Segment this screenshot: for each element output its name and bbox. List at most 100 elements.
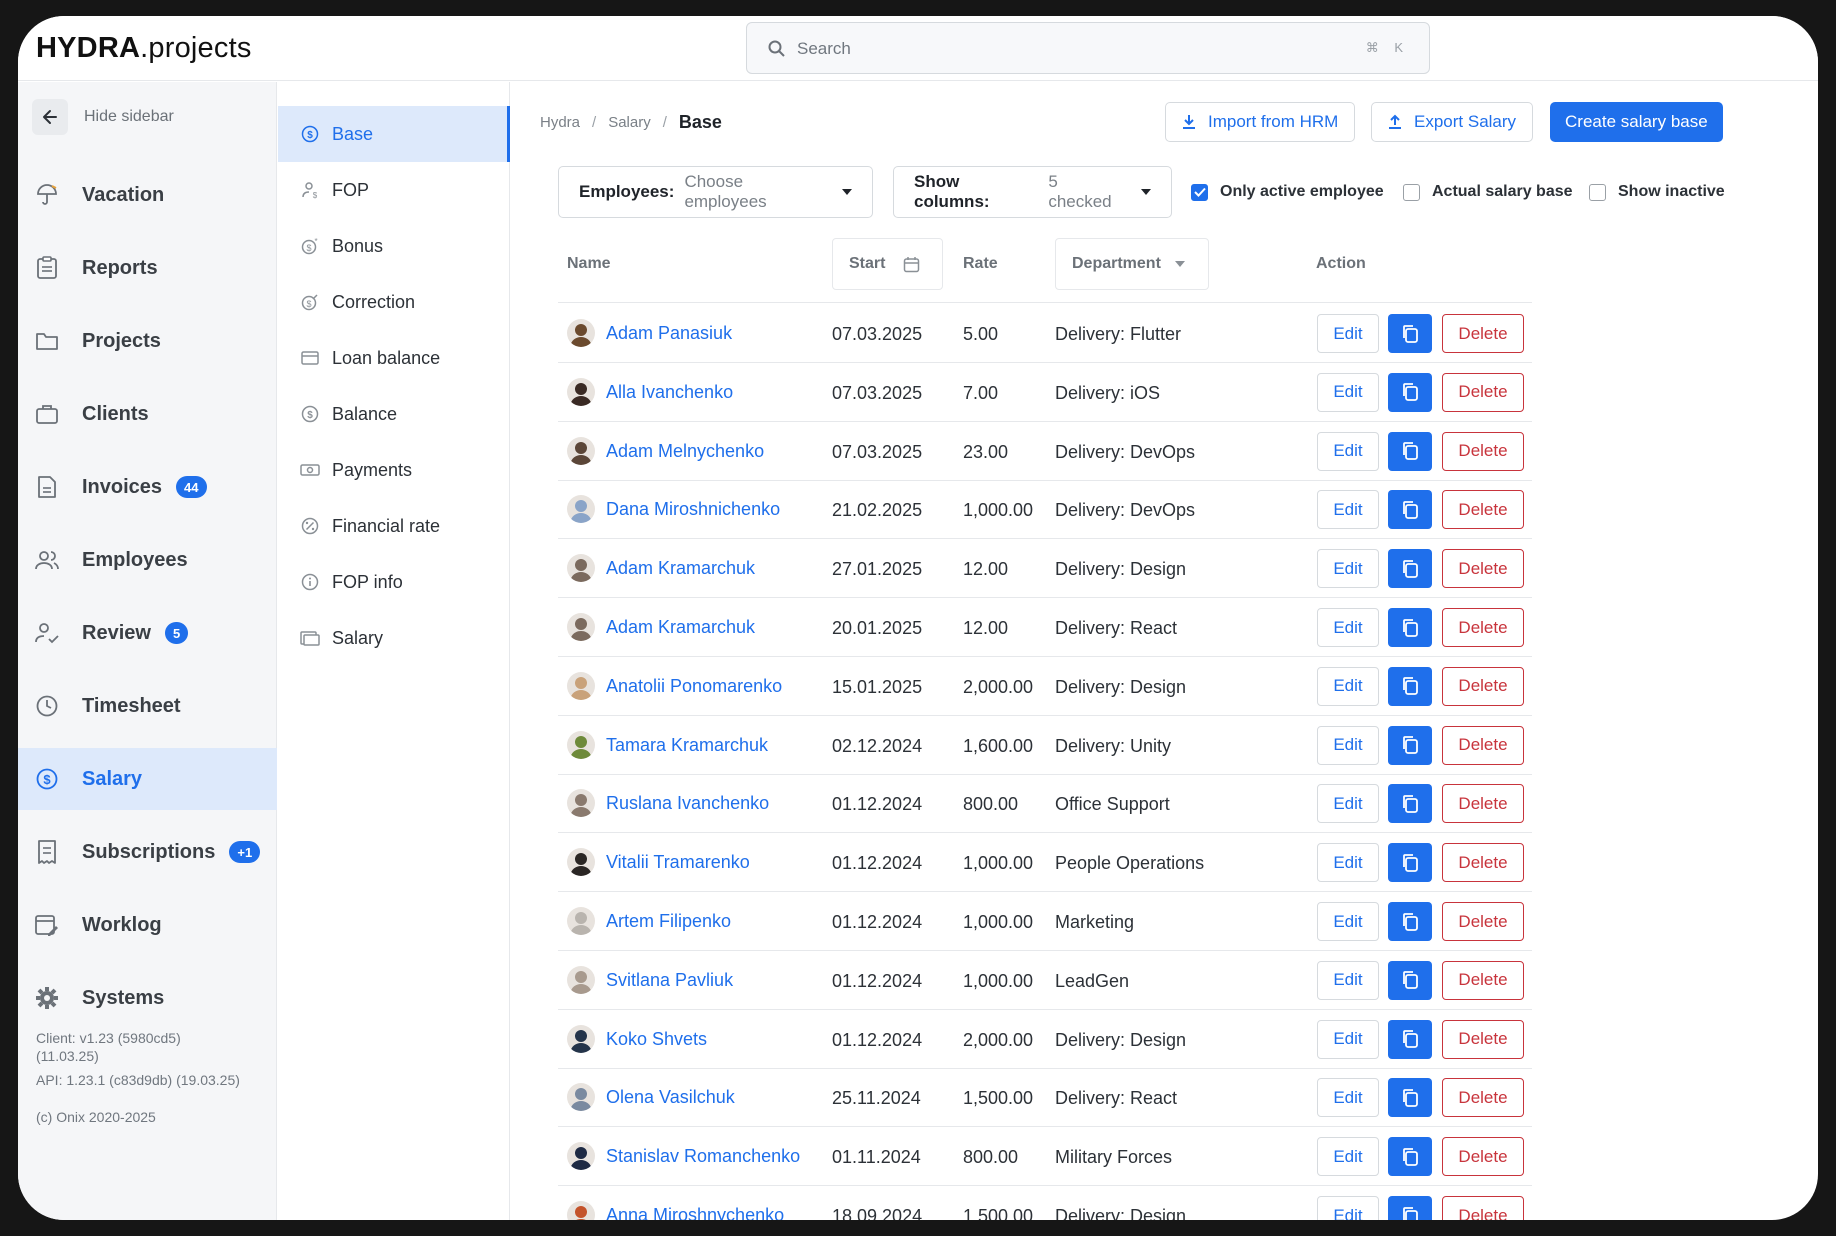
employee-name-link[interactable]: Adam Kramarchuk — [606, 558, 755, 579]
employee-name-link[interactable]: Olena Vasilchuk — [606, 1087, 735, 1108]
copy-button[interactable] — [1388, 549, 1432, 589]
delete-button[interactable]: Delete — [1442, 314, 1524, 353]
create-salary-base-button[interactable]: Create salary base — [1550, 102, 1723, 142]
sidebar-item-salary[interactable]: $ Salary — [18, 748, 277, 810]
copy-button[interactable] — [1388, 314, 1432, 353]
submenu-item-payments[interactable]: Payments — [278, 442, 510, 498]
employee-name-link[interactable]: Artem Filipenko — [606, 911, 731, 932]
employee-name-link[interactable]: Adam Melnychenko — [606, 441, 764, 462]
column-rate[interactable]: Rate — [963, 238, 998, 290]
sidebar-item-reports[interactable]: Reports — [18, 237, 277, 299]
employee-name-link[interactable]: Alla Ivanchenko — [606, 382, 733, 403]
delete-button[interactable]: Delete — [1442, 1137, 1524, 1177]
submenu-item-fop-info[interactable]: FOP info — [278, 554, 510, 610]
copy-button[interactable] — [1388, 1137, 1432, 1177]
delete-button[interactable]: Delete — [1442, 960, 1524, 1000]
copy-button[interactable] — [1388, 1196, 1432, 1220]
copy-button[interactable] — [1388, 431, 1432, 471]
delete-button[interactable]: Delete — [1442, 490, 1524, 530]
delete-button[interactable]: Delete — [1442, 372, 1524, 412]
sidebar-item-timesheet[interactable]: Timesheet — [18, 675, 277, 737]
edit-button[interactable]: Edit — [1317, 314, 1379, 353]
edit-button[interactable]: Edit — [1317, 666, 1379, 706]
breadcrumb-salary[interactable]: Salary — [608, 114, 651, 131]
export-salary-button[interactable]: Export Salary — [1371, 102, 1534, 142]
employee-name-link[interactable]: Ruslana Ivanchenko — [606, 793, 769, 814]
delete-button[interactable]: Delete — [1442, 784, 1524, 824]
employee-name-link[interactable]: Stanislav Romanchenko — [606, 1146, 800, 1167]
copy-button[interactable] — [1388, 666, 1432, 706]
submenu-item-loan-balance[interactable]: Loan balance — [278, 330, 510, 386]
show-inactive-checkbox[interactable]: Show inactive — [1589, 183, 1725, 201]
show-columns-filter[interactable]: Show columns: 5 checked — [893, 166, 1172, 218]
edit-button[interactable]: Edit — [1317, 1019, 1379, 1059]
submenu-item-fop[interactable]: $ FOP — [278, 162, 510, 218]
edit-button[interactable]: Edit — [1317, 725, 1379, 765]
sidebar-item-review[interactable]: Review 5 — [18, 602, 277, 664]
copy-button[interactable] — [1388, 372, 1432, 412]
edit-button[interactable]: Edit — [1317, 1078, 1379, 1118]
sidebar-item-vacation[interactable]: Vacation — [18, 164, 277, 226]
column-name[interactable]: Name — [567, 238, 611, 290]
edit-button[interactable]: Edit — [1317, 843, 1379, 883]
employee-name-link[interactable]: Anatolii Ponomarenko — [606, 676, 782, 697]
sidebar-item-subscriptions[interactable]: Subscriptions +1 — [18, 821, 277, 883]
sidebar-item-invoices[interactable]: Invoices 44 — [18, 456, 277, 518]
copy-button[interactable] — [1388, 784, 1432, 824]
delete-button[interactable]: Delete — [1442, 1019, 1524, 1059]
employee-name-link[interactable]: Tamara Kramarchuk — [606, 735, 768, 756]
delete-button[interactable]: Delete — [1442, 666, 1524, 706]
edit-button[interactable]: Edit — [1317, 490, 1379, 530]
sidebar-item-employees[interactable]: Employees — [18, 529, 277, 591]
delete-button[interactable]: Delete — [1442, 725, 1524, 765]
delete-button[interactable]: Delete — [1442, 431, 1524, 471]
copy-button[interactable] — [1388, 902, 1432, 941]
delete-button[interactable]: Delete — [1442, 608, 1524, 647]
submenu-item-financial-rate[interactable]: Financial rate — [278, 498, 510, 554]
submenu-item-salary[interactable]: Salary — [278, 610, 510, 666]
delete-button[interactable]: Delete — [1442, 549, 1524, 589]
copy-button[interactable] — [1388, 490, 1432, 530]
employee-name-link[interactable]: Adam Panasiuk — [606, 323, 732, 344]
copy-button[interactable] — [1388, 960, 1432, 1000]
employee-name-link[interactable]: Koko Shvets — [606, 1029, 707, 1050]
employee-name-link[interactable]: Svitlana Pavliuk — [606, 970, 733, 991]
copy-button[interactable] — [1388, 1019, 1432, 1059]
delete-button[interactable]: Delete — [1442, 1196, 1524, 1220]
employees-filter[interactable]: Employees: Choose employees — [558, 166, 873, 218]
import-from-hrm-button[interactable]: Import from HRM — [1165, 102, 1356, 142]
submenu-item-base[interactable]: $ Base — [278, 106, 510, 162]
copy-button[interactable] — [1388, 1078, 1432, 1118]
sidebar-item-clients[interactable]: Clients — [18, 383, 277, 445]
copy-button[interactable] — [1388, 843, 1432, 883]
submenu-item-balance[interactable]: $ Balance — [278, 386, 510, 442]
edit-button[interactable]: Edit — [1317, 784, 1379, 824]
edit-button[interactable]: Edit — [1317, 549, 1379, 589]
sidebar-item-worklog[interactable]: Worklog — [18, 894, 277, 956]
search-input[interactable]: Search ⌘ K — [746, 22, 1430, 74]
submenu-item-bonus[interactable]: $ * Bonus — [278, 218, 510, 274]
edit-button[interactable]: Edit — [1317, 608, 1379, 647]
employee-name-link[interactable]: Vitalii Tramarenko — [606, 852, 750, 873]
edit-button[interactable]: Edit — [1317, 960, 1379, 1000]
hide-sidebar-button[interactable]: Hide sidebar — [32, 98, 174, 136]
app-logo[interactable]: HYDRA.projects — [36, 32, 252, 65]
only-active-employee-checkbox[interactable]: Only active employee — [1191, 183, 1384, 201]
delete-button[interactable]: Delete — [1442, 902, 1524, 941]
sidebar-item-projects[interactable]: Projects — [18, 310, 277, 372]
delete-button[interactable]: Delete — [1442, 1078, 1524, 1118]
employee-name-link[interactable]: Dana Miroshnichenko — [606, 499, 780, 520]
actual-salary-base-checkbox[interactable]: Actual salary base — [1403, 183, 1573, 201]
copy-button[interactable] — [1388, 608, 1432, 647]
edit-button[interactable]: Edit — [1317, 902, 1379, 941]
column-start[interactable]: Start — [832, 238, 943, 290]
employee-name-link[interactable]: Adam Kramarchuk — [606, 617, 755, 638]
edit-button[interactable]: Edit — [1317, 431, 1379, 471]
delete-button[interactable]: Delete — [1442, 843, 1524, 883]
employee-name-link[interactable]: Anna Miroshnychenko — [606, 1205, 784, 1220]
sidebar-item-systems[interactable]: Systems — [18, 967, 277, 1029]
edit-button[interactable]: Edit — [1317, 1137, 1379, 1177]
breadcrumb-hydra[interactable]: Hydra — [540, 114, 580, 131]
column-department[interactable]: Department — [1055, 238, 1209, 290]
copy-button[interactable] — [1388, 725, 1432, 765]
